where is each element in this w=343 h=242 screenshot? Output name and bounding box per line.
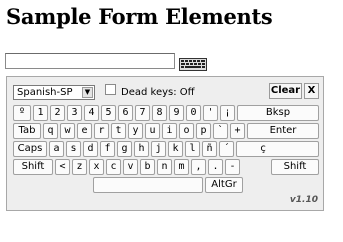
space-key[interactable] <box>93 177 203 193</box>
dead-keys-label: Dead keys: Off <box>121 87 195 98</box>
layout-select-value: Spanish-SP <box>17 87 73 98</box>
key[interactable]: d <box>83 141 98 157</box>
key[interactable]: ç <box>236 141 319 157</box>
key[interactable]: g <box>117 141 132 157</box>
text-input[interactable] <box>5 53 175 69</box>
key[interactable]: 7 <box>135 105 150 121</box>
key[interactable]: j <box>151 141 166 157</box>
key[interactable]: c <box>106 159 121 175</box>
key-row-1: º 1 2 3 4 5 6 7 8 9 0 ' ¡ Bksp <box>13 105 319 121</box>
key[interactable]: k <box>168 141 183 157</box>
key[interactable]: < <box>55 159 70 175</box>
altgr-key[interactable]: AltGr <box>205 177 243 193</box>
backspace-key[interactable]: Bksp <box>237 105 319 121</box>
key[interactable]: e <box>77 123 92 139</box>
dead-keys-checkbox[interactable] <box>105 84 116 95</box>
key[interactable]: r <box>94 123 109 139</box>
key[interactable]: . <box>208 159 223 175</box>
key[interactable]: º <box>13 105 31 121</box>
key[interactable]: o <box>179 123 194 139</box>
key[interactable]: h <box>134 141 149 157</box>
key[interactable]: 0 <box>186 105 201 121</box>
enter-key[interactable]: Enter <box>247 123 319 139</box>
key[interactable]: s <box>66 141 81 157</box>
shift-right-key[interactable]: Shift <box>271 159 319 175</box>
key[interactable]: 1 <box>33 105 48 121</box>
key[interactable]: v <box>123 159 138 175</box>
key[interactable]: m <box>174 159 189 175</box>
key[interactable]: q <box>43 123 58 139</box>
key[interactable]: b <box>140 159 155 175</box>
key[interactable]: n <box>157 159 172 175</box>
keyboard-icon[interactable] <box>179 56 207 75</box>
key[interactable]: f <box>100 141 115 157</box>
key[interactable]: 4 <box>84 105 99 121</box>
key[interactable]: 2 <box>50 105 65 121</box>
key[interactable]: y <box>128 123 143 139</box>
key[interactable]: ñ <box>202 141 217 157</box>
key[interactable]: ' <box>203 105 218 121</box>
key[interactable]: i <box>162 123 177 139</box>
key[interactable]: w <box>60 123 75 139</box>
key[interactable]: + <box>230 123 245 139</box>
version-label: v1.10 <box>289 195 318 205</box>
key[interactable]: l <box>185 141 200 157</box>
chevron-down-icon: ▼ <box>82 87 93 98</box>
layout-select[interactable]: Spanish-SP ▼ <box>13 85 95 100</box>
key[interactable]: ` <box>213 123 228 139</box>
key-row-3: Caps a s d f g h j k l ñ ´ ç <box>13 141 319 157</box>
key[interactable]: p <box>196 123 211 139</box>
key[interactable]: t <box>111 123 126 139</box>
key[interactable]: u <box>145 123 160 139</box>
key-row-5: AltGr <box>13 177 319 193</box>
key[interactable]: , <box>191 159 206 175</box>
key[interactable]: 8 <box>152 105 167 121</box>
caps-key[interactable]: Caps <box>13 141 47 157</box>
key[interactable]: ¡ <box>220 105 235 121</box>
page-title: Sample Form Elements <box>6 4 273 29</box>
key[interactable]: 6 <box>118 105 133 121</box>
key[interactable]: 5 <box>101 105 116 121</box>
key[interactable]: a <box>49 141 64 157</box>
key[interactable]: z <box>72 159 87 175</box>
tab-key[interactable]: Tab <box>13 123 41 139</box>
key-row-2: Tab q w e r t y u i o p ` + Enter <box>13 123 319 139</box>
key-row-4: Shift < z x c v b n m , . - Shift <box>13 159 319 175</box>
virtual-keyboard: Spanish-SP ▼ Dead keys: Off Clear X º 1 … <box>6 76 324 211</box>
clear-button[interactable]: Clear <box>269 83 302 99</box>
key[interactable]: x <box>89 159 104 175</box>
key[interactable]: ´ <box>219 141 234 157</box>
close-button[interactable]: X <box>304 83 319 99</box>
key[interactable]: 3 <box>67 105 82 121</box>
key[interactable]: 9 <box>169 105 184 121</box>
key[interactable]: - <box>225 159 240 175</box>
shift-left-key[interactable]: Shift <box>13 159 53 175</box>
